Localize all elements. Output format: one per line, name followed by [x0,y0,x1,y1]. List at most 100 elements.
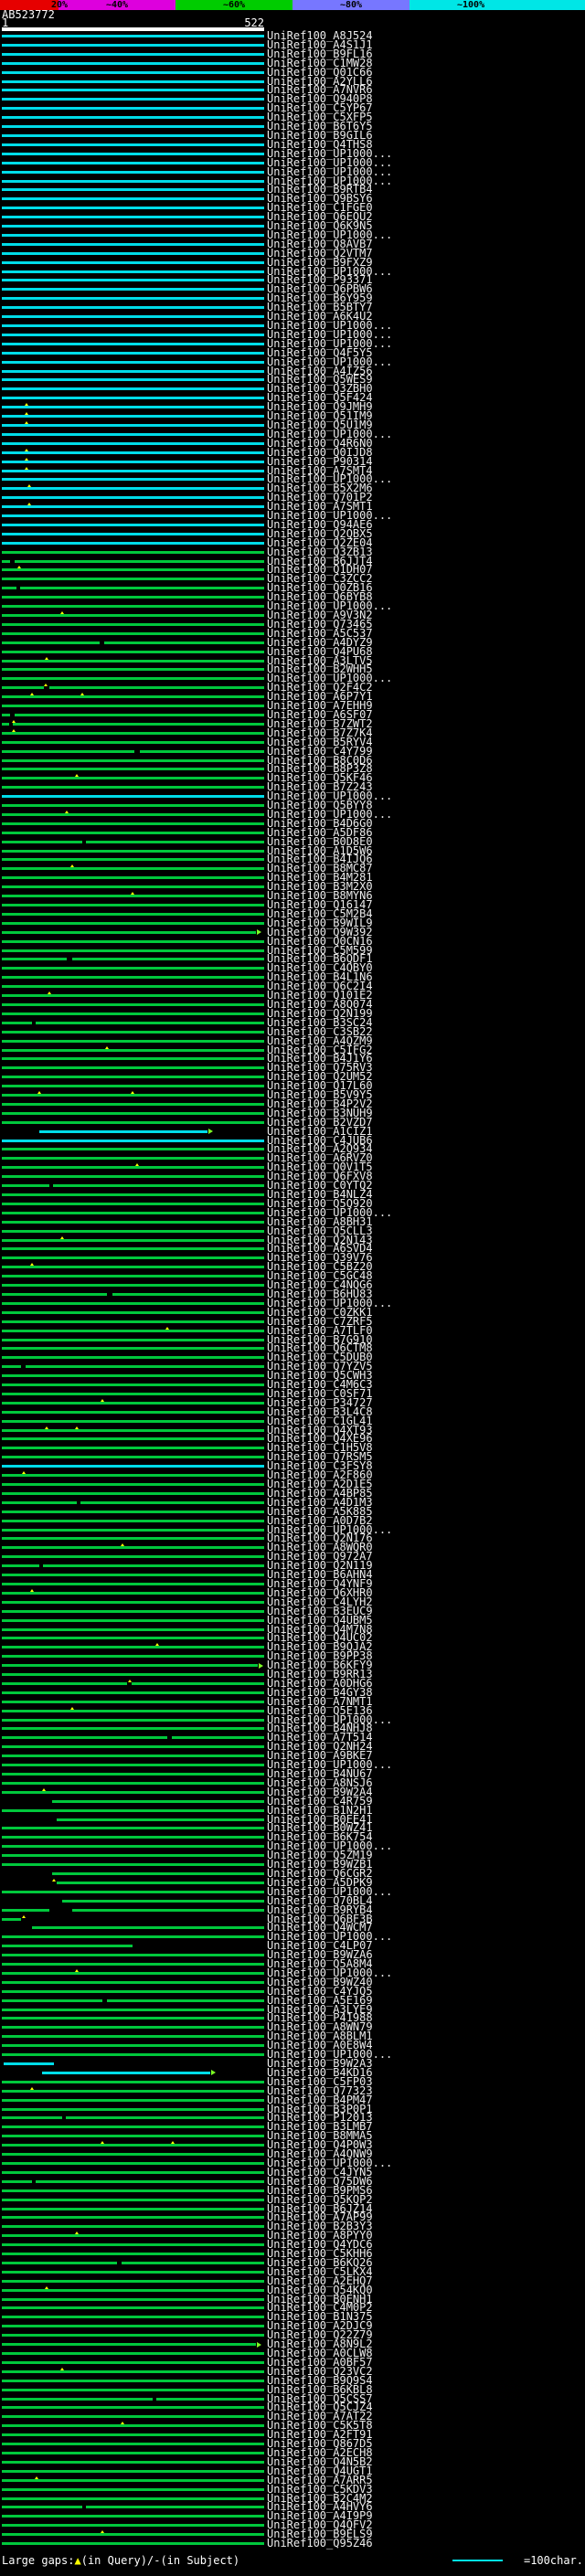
hit-segment [2,1845,264,1849]
hit-segment [2,1491,264,1495]
hit-segment [2,1002,264,1006]
large-gap-marker-icon [29,1263,34,1267]
hit-segment [2,1030,264,1034]
hit-segment [2,2352,264,2355]
hit-segment [2,2144,264,2147]
hit-segment [2,1998,102,2002]
large-gap-marker-icon [42,1787,47,1791]
hit-segment [48,686,264,690]
hit-segment [2,804,264,808]
hit-segment [2,867,264,871]
hit-segment [2,441,264,445]
hit-segment [2,1908,49,1912]
hit-row[interactable]: UniRef100_Q95Z46 [0,2537,585,2550]
hit-segment [2,2153,264,2157]
hit-segment [2,306,264,310]
hit-segment [2,1609,264,1613]
hit-segment [2,406,264,409]
gap-legend-subject: (in Subject) [160,2553,240,2567]
hit-segment [35,1021,264,1024]
hit-segment [2,2343,256,2347]
hit-segment [2,895,264,898]
hit-segment [2,469,264,472]
hit-segment [2,1365,22,1369]
hit-segment [2,1310,264,1314]
hit-segment [2,2135,264,2138]
large-gap-marker-icon [105,1045,110,1049]
hit-segment [51,1871,264,1875]
hit-segment [2,2125,264,2129]
hit-segment [2,1790,264,1794]
hit-segment [2,1954,264,1957]
large-gap-marker-icon [16,566,21,569]
hit-segment [2,695,264,699]
hit-segment [2,768,264,771]
hit-segment [2,1963,264,1966]
hit-segment [2,505,264,509]
hit-segment [2,2506,82,2509]
hit-segment [2,2098,264,2102]
hit-segment [2,1301,264,1305]
hit-segment [2,2316,264,2319]
hit-segment [2,912,264,916]
hit-segment [2,2225,264,2229]
hit-segment [2,423,264,427]
large-gap-marker-icon [45,1426,49,1429]
hit-segment [2,2325,264,2328]
hit-segment [85,840,264,843]
hit-segment [2,2369,264,2373]
hit-segment [2,2207,264,2210]
hit-segment [2,2253,264,2256]
hit-segment [2,705,264,708]
hit-segment [2,1709,264,1712]
hit-segment [2,133,264,137]
hit-segment [2,288,264,292]
hit-segment [2,152,264,155]
hit-segment [2,279,264,282]
large-gap-marker-icon [100,2141,104,2145]
large-gap-marker-icon [24,448,28,451]
hit-label: UniRef100_Q95Z46 [267,2537,373,2550]
continuation-arrow-icon [211,2070,217,2076]
hit-segment [2,1275,264,1278]
hit-segment [2,1094,264,1097]
hit-segment [2,532,264,535]
large-gap-marker-icon [45,656,49,660]
hit-segment [2,1021,32,1024]
large-gap-marker-icon [29,1588,34,1592]
hit-segment [2,1284,264,1288]
hit-segment [2,2189,264,2192]
hit-segment [2,1781,264,1785]
hit-segment [2,2026,264,2030]
hit-segment [2,80,264,83]
hit-segment [2,2243,264,2247]
hit-segment [2,1519,264,1522]
hit-segment [2,2017,264,2020]
hit-segment [2,415,264,419]
hit-segment [2,2433,264,2437]
hit-segment [2,2107,264,2111]
hit-segment [2,1139,264,1142]
hit-segment [2,1157,264,1161]
hit-segment [14,713,264,716]
hit-segment [2,2170,264,2174]
large-gap-marker-icon [24,466,28,470]
hit-segment [2,1012,264,1015]
hit-segment [2,161,264,164]
gap-legend: Large gaps:▲(in Query)/-(in Subject) [2,2555,239,2566]
scale-legend-text: =100char. [523,2553,583,2567]
large-gap-marker-icon [130,892,134,896]
query-block: AB523772 1 522 [0,9,585,31]
hit-segment [2,831,264,834]
hit-segment [2,1428,264,1432]
hit-segment [2,1736,168,1740]
hit-segment [2,2116,62,2120]
hit-segment [2,1347,264,1351]
hit-segment [2,578,264,581]
hit-segment [71,958,264,961]
hit-segment [2,812,264,816]
hit-segment [2,1655,264,1659]
hit-segment [2,2542,264,2546]
hit-segment [2,260,264,264]
hit-segment [2,487,264,491]
